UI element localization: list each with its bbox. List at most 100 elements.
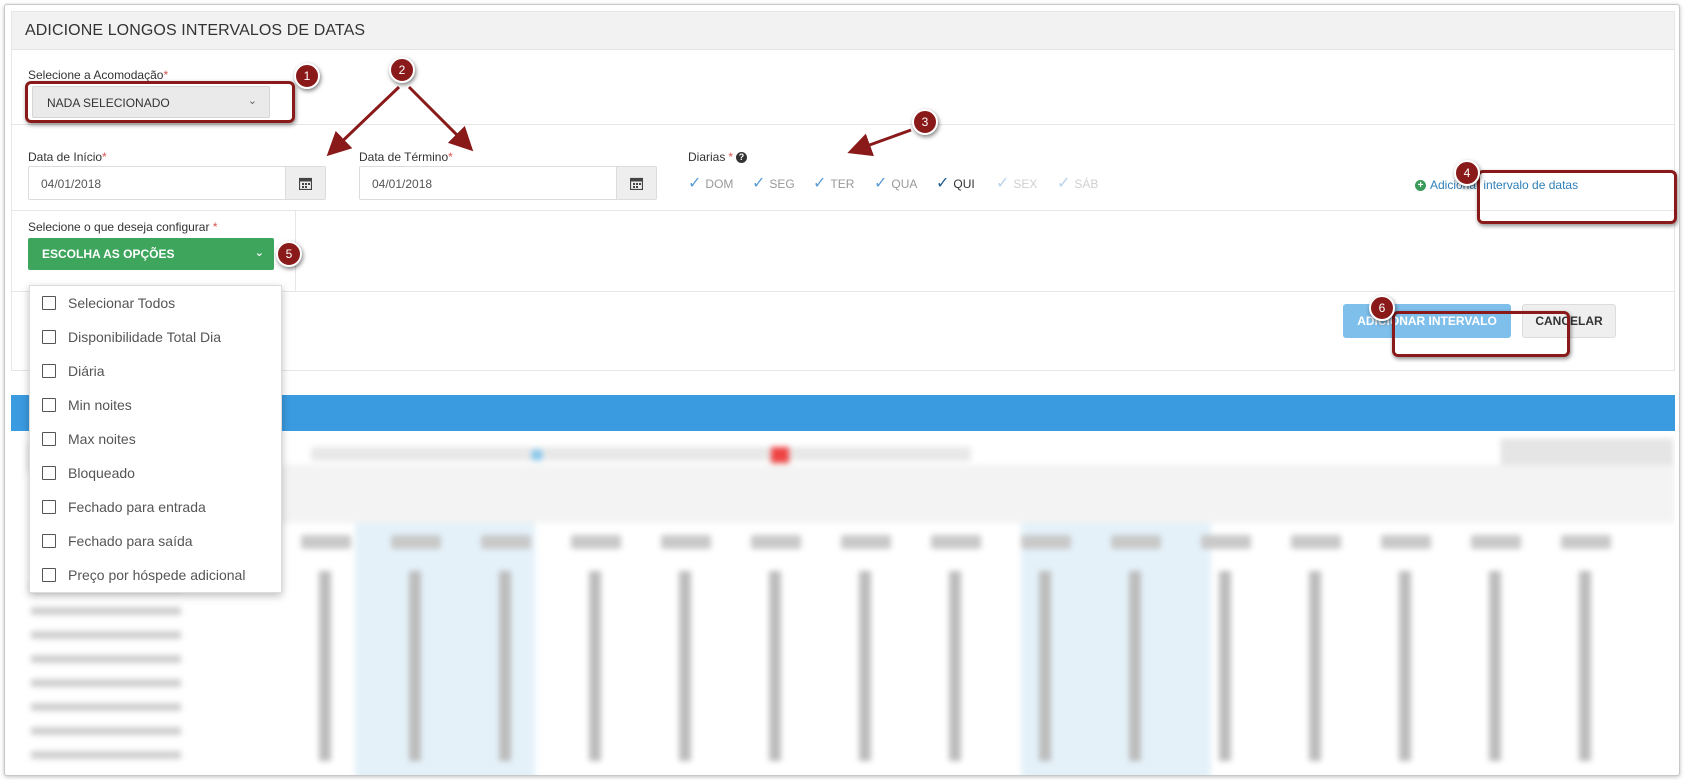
option-label: Fechado para entrada [68, 499, 206, 515]
callout-badge-3: 3 [912, 109, 938, 135]
blurred-cell [1471, 535, 1521, 549]
check-icon: ✓ [874, 175, 888, 192]
blurred-cell [661, 535, 711, 549]
option-blocked[interactable]: Bloqueado [30, 456, 281, 490]
blurred-cell [1381, 535, 1431, 549]
required-mark: * [728, 150, 734, 164]
end-date-value: 04/01/2018 [372, 177, 433, 191]
option-label: Min noites [68, 397, 132, 413]
day-checkbox-sex[interactable]: ✓ SEX [996, 176, 1037, 192]
option-closed-departure[interactable]: Fechado para saída [30, 524, 281, 558]
required-mark: * [102, 150, 107, 164]
day-label: QUA [891, 177, 918, 191]
option-daily-rate[interactable]: Diária [30, 354, 281, 388]
day-checkbox-sab[interactable]: ✓ SÁB [1057, 176, 1098, 192]
blurred-cell [1021, 535, 1071, 549]
blurred-legend-dot [771, 447, 789, 463]
required-mark: * [448, 150, 453, 164]
checkbox-icon[interactable] [42, 398, 56, 412]
blurred-cell [571, 535, 621, 549]
day-label: SEG [769, 177, 795, 191]
required-mark: * [163, 68, 169, 82]
option-label: Preço por hóspede adicional [68, 567, 246, 583]
divider [12, 124, 1674, 125]
day-label: SÁB [1074, 177, 1099, 191]
panel-title: ADICIONE LONGOS INTERVALOS DE DATAS [25, 22, 366, 39]
blurred-row-labels [31, 571, 181, 761]
option-extra-guest-price[interactable]: Preço por hóspede adicional [30, 558, 281, 592]
checkbox-icon[interactable] [42, 466, 56, 480]
calendar-icon[interactable] [616, 167, 656, 199]
checkbox-icon[interactable] [42, 568, 56, 582]
callout-badge-1: 1 [294, 63, 320, 89]
check-icon: ✓ [813, 175, 827, 192]
option-label: Disponibilidade Total Dia [68, 329, 222, 345]
check-icon: ✓ [1057, 175, 1071, 192]
blurred-cell [931, 535, 981, 549]
blurred-cell [841, 535, 891, 549]
screenshot-frame: ADICIONE LONGOS INTERVALOS DE DATAS Sele… [4, 4, 1680, 776]
accommodation-label-text: Selecione a Acomodação [28, 68, 164, 82]
callout-badge-5: 5 [276, 241, 302, 267]
divider [12, 210, 1674, 211]
blurred-cell [1291, 535, 1341, 549]
blurred-cell [391, 535, 441, 549]
days-label: Diarias * ? [688, 150, 748, 164]
day-label: SEX [1013, 177, 1038, 191]
blurred-cell [1201, 535, 1251, 549]
check-icon: ✓ [996, 175, 1010, 192]
day-checkbox-dom[interactable]: ✓ DOM [688, 176, 733, 192]
checkbox-icon[interactable] [42, 500, 56, 514]
day-checkbox-seg[interactable]: ✓ SEG [752, 176, 795, 192]
choose-options-button[interactable]: ESCOLHA AS OPÇÕES ⌄ [28, 238, 274, 270]
checkbox-icon[interactable] [42, 330, 56, 344]
blurred-date-header [267, 465, 1675, 523]
blurred-cell [751, 535, 801, 549]
checkbox-icon[interactable] [42, 296, 56, 310]
option-label: Selecionar Todos [68, 295, 176, 311]
option-total-availability[interactable]: Disponibilidade Total Dia [30, 320, 281, 354]
option-label: Diária [68, 363, 105, 379]
blurred-cell [1561, 535, 1611, 549]
day-label: QUI [953, 177, 975, 191]
blurred-cell [481, 535, 531, 549]
configure-options-dropdown: Selecionar Todos Disponibilidade Total D… [29, 285, 282, 593]
checkbox-icon[interactable] [42, 364, 56, 378]
option-select-all[interactable]: Selecionar Todos [30, 286, 281, 320]
start-date-label: Data de Início* [28, 150, 107, 164]
choose-options-label: ESCOLHA AS OPÇÕES [42, 247, 175, 261]
blurred-cell [1111, 535, 1161, 549]
callout-box-1 [25, 81, 295, 123]
start-date-label-text: Data de Início [28, 150, 103, 164]
calendar-icon[interactable] [285, 167, 325, 199]
day-checkbox-qui[interactable]: ✓ QUI [936, 176, 975, 192]
day-label: TER [830, 177, 855, 191]
plus-circle-icon: + [1415, 179, 1426, 191]
configure-label: Selecione o que deseja configurar * [28, 220, 217, 234]
question-circle-icon[interactable]: ? [736, 151, 748, 163]
blurred-grid-values [301, 571, 1631, 761]
option-min-nights[interactable]: Min noites [30, 388, 281, 422]
checkbox-icon[interactable] [42, 534, 56, 548]
blurred-legend-dot [531, 449, 543, 461]
required-mark: * [212, 220, 218, 234]
option-closed-arrival[interactable]: Fechado para entrada [30, 490, 281, 524]
checkbox-icon[interactable] [42, 432, 56, 446]
end-date-input[interactable]: 04/01/2018 [359, 166, 657, 200]
days-label-text: Diarias [688, 150, 726, 164]
day-checkbox-qua[interactable]: ✓ QUA [874, 176, 917, 192]
check-icon: ✓ [688, 175, 702, 192]
option-max-nights[interactable]: Max noites [30, 422, 281, 456]
callout-badge-6: 6 [1369, 295, 1395, 321]
start-date-value: 04/01/2018 [41, 177, 102, 191]
option-label: Bloqueado [68, 465, 135, 481]
day-checkbox-ter[interactable]: ✓ TER [813, 176, 854, 192]
callout-box-6 [1392, 311, 1570, 357]
chevron-down-icon: ⌄ [254, 247, 264, 259]
accommodation-label: Selecione a Acomodação* [28, 68, 168, 82]
start-date-input[interactable]: 04/01/2018 [28, 166, 326, 200]
blurred-legend [311, 447, 971, 461]
end-date-label: Data de Término* [359, 150, 453, 164]
callout-badge-2: 2 [389, 57, 415, 83]
end-date-label-text: Data de Término [359, 150, 449, 164]
